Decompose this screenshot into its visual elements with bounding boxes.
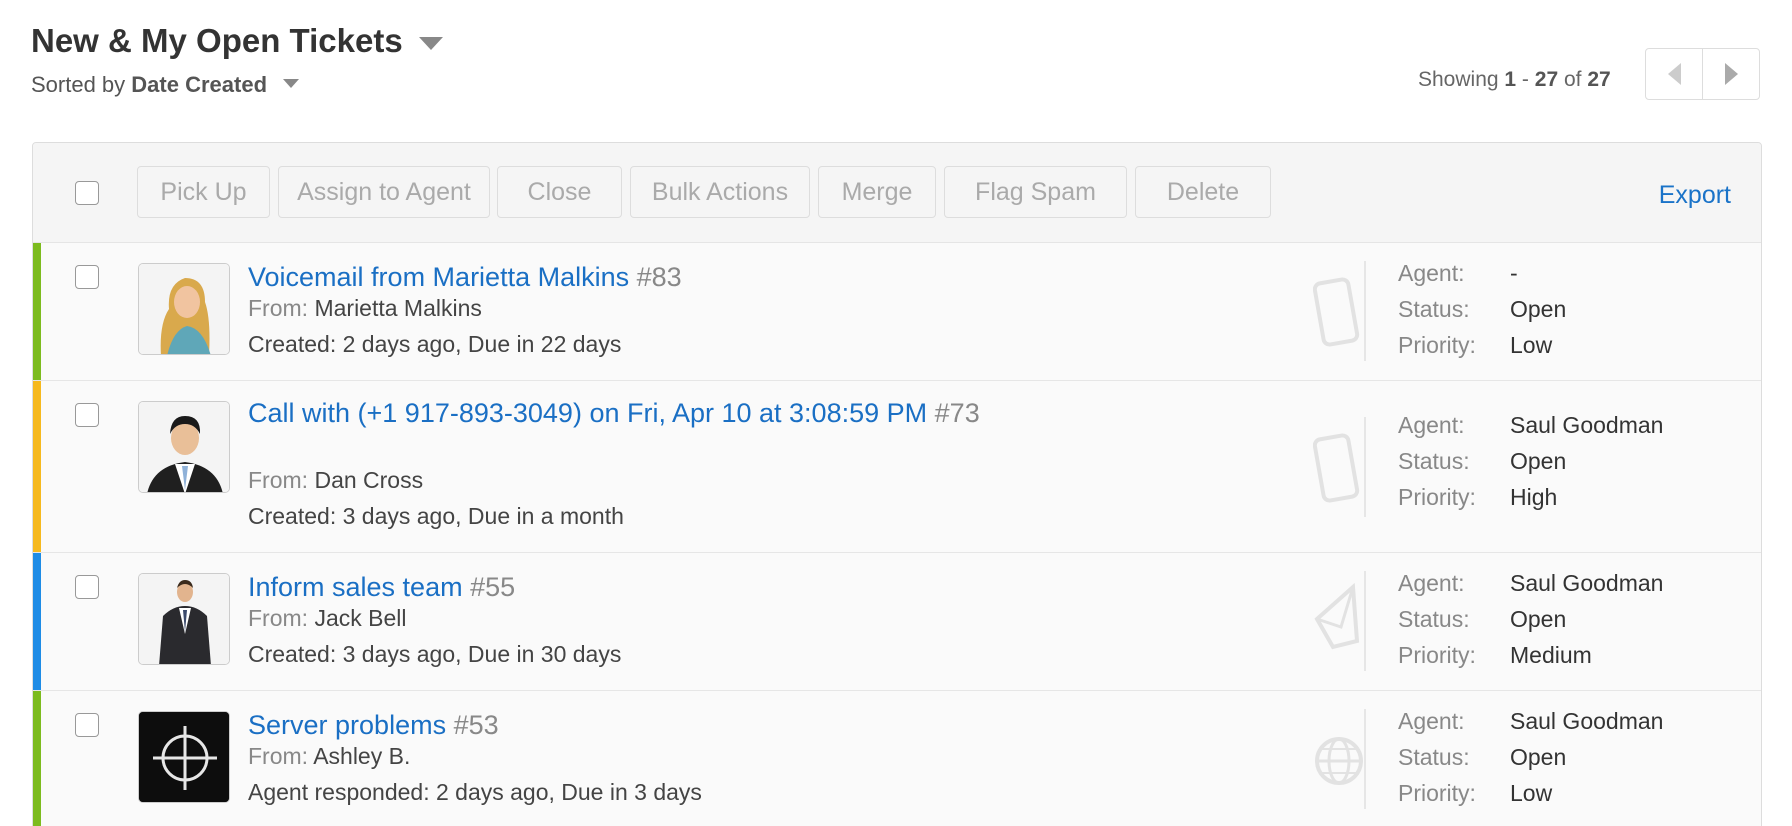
priority-color-bar [33,691,41,826]
ticket-timeline: Created: 2 days ago, Due in 22 days [248,331,622,357]
ticket-row[interactable]: Inform sales team #55 From: Jack Bell Cr… [33,553,1761,691]
phone-icon [1313,261,1366,361]
priority-color-bar [33,381,41,552]
email-icon [1314,571,1366,671]
phone-icon [1313,417,1366,517]
priority-value: High [1510,484,1558,510]
arrow-right-icon [1724,63,1738,85]
flag-spam-button[interactable]: Flag Spam [944,166,1127,218]
ticket-number: #53 [453,710,499,740]
priority-color-bar [33,553,41,690]
ticket-from: From: Jack Bell [248,605,407,631]
next-page-button[interactable] [1702,49,1759,99]
ticket-timeline: Agent responded: 2 days ago, Due in 3 da… [248,779,702,805]
view-title-dropdown[interactable]: New & My Open Tickets [31,22,443,60]
status-value: Open [1510,296,1567,322]
sort-value: Date Created [131,72,268,97]
pager-summary: Showing 1 - 27 of 27 [1418,68,1611,91]
ticket-subject-link[interactable]: Voicemail from Marietta Malkins #83 [248,259,682,295]
ticket-number: #55 [470,572,516,602]
agent-value: Saul Goodman [1510,412,1664,438]
chevron-down-icon [418,36,443,50]
status-value: Open [1510,744,1567,770]
chevron-down-icon [283,78,300,88]
ticket-from: From: Ashley B. [248,743,411,769]
assign-to-agent-button[interactable]: Assign to Agent [278,166,490,218]
avatar [138,263,230,355]
pick-up-button[interactable]: Pick Up [137,166,270,218]
select-all-checkbox[interactable] [75,181,99,205]
ticket-number: #83 [636,262,682,292]
close-button[interactable]: Close [497,166,622,218]
tickets-page: New & My Open Tickets Sorted by Date Cre… [0,0,1792,826]
ticket-meta: Agent: Saul Goodman Status: Open Priority:… [1398,708,1664,806]
priority-color-bar [33,243,41,380]
row-checkbox[interactable] [75,575,99,599]
ticket-subject-link[interactable]: Inform sales team #55 [248,569,515,605]
ticket-timeline: Created: 3 days ago, Due in a month [248,503,624,529]
crosshair-icon [139,712,229,802]
arrow-left-icon [1667,63,1681,85]
ticket-from: From: Dan Cross [248,467,424,493]
sort-label: Sorted by [31,72,126,97]
ticket-subject-link[interactable]: Call with (+1 917-893-3049) on Fri, Apr … [248,395,1068,431]
ticket-subject-link[interactable]: Server problems #53 [248,707,499,743]
priority-value: Low [1510,332,1553,358]
merge-button[interactable]: Merge [818,166,936,218]
ticket-meta: Agent: Saul Goodman Status: Open Priority:… [1398,412,1664,510]
ticket-list-panel: Pick Up Assign to Agent Close Bulk Actio… [32,142,1762,826]
ticket-number: #73 [934,398,980,428]
delete-button[interactable]: Delete [1135,166,1271,218]
sort-selector[interactable]: Sorted by Date Created [31,72,300,98]
bulk-actions-button[interactable]: Bulk Actions [630,166,810,218]
row-checkbox[interactable] [75,403,99,427]
row-checkbox[interactable] [75,265,99,289]
pager-buttons [1645,48,1760,100]
page-title: New & My Open Tickets [31,22,403,59]
ticket-meta: Agent: - Status: Open Priority: Low [1398,260,1567,358]
agent-value: Saul Goodman [1510,708,1664,734]
ticket-meta: Agent: Saul Goodman Status: Open Priority:… [1398,570,1664,668]
status-value: Open [1510,606,1567,632]
globe-icon [1315,709,1366,809]
ticket-timeline: Created: 3 days ago, Due in 30 days [248,641,622,667]
status-value: Open [1510,448,1567,474]
avatar [138,401,230,493]
export-link[interactable]: Export [1659,181,1731,210]
agent-value: Saul Goodman [1510,570,1664,596]
row-checkbox[interactable] [75,713,99,737]
bulk-toolbar: Pick Up Assign to Agent Close Bulk Actio… [33,143,1761,243]
avatar [138,573,230,665]
ticket-from: From: Marietta Malkins [248,295,482,321]
agent-value: - [1510,260,1518,286]
priority-value: Low [1510,780,1553,806]
priority-value: Medium [1510,642,1592,668]
ticket-row[interactable]: Call with (+1 917-893-3049) on Fri, Apr … [33,381,1761,553]
avatar [138,711,230,803]
ticket-row[interactable]: Voicemail from Marietta Malkins #83 From… [33,243,1761,381]
previous-page-button[interactable] [1646,49,1702,99]
ticket-row[interactable]: Server problems #53 From: Ashley B. Agen… [33,691,1761,826]
